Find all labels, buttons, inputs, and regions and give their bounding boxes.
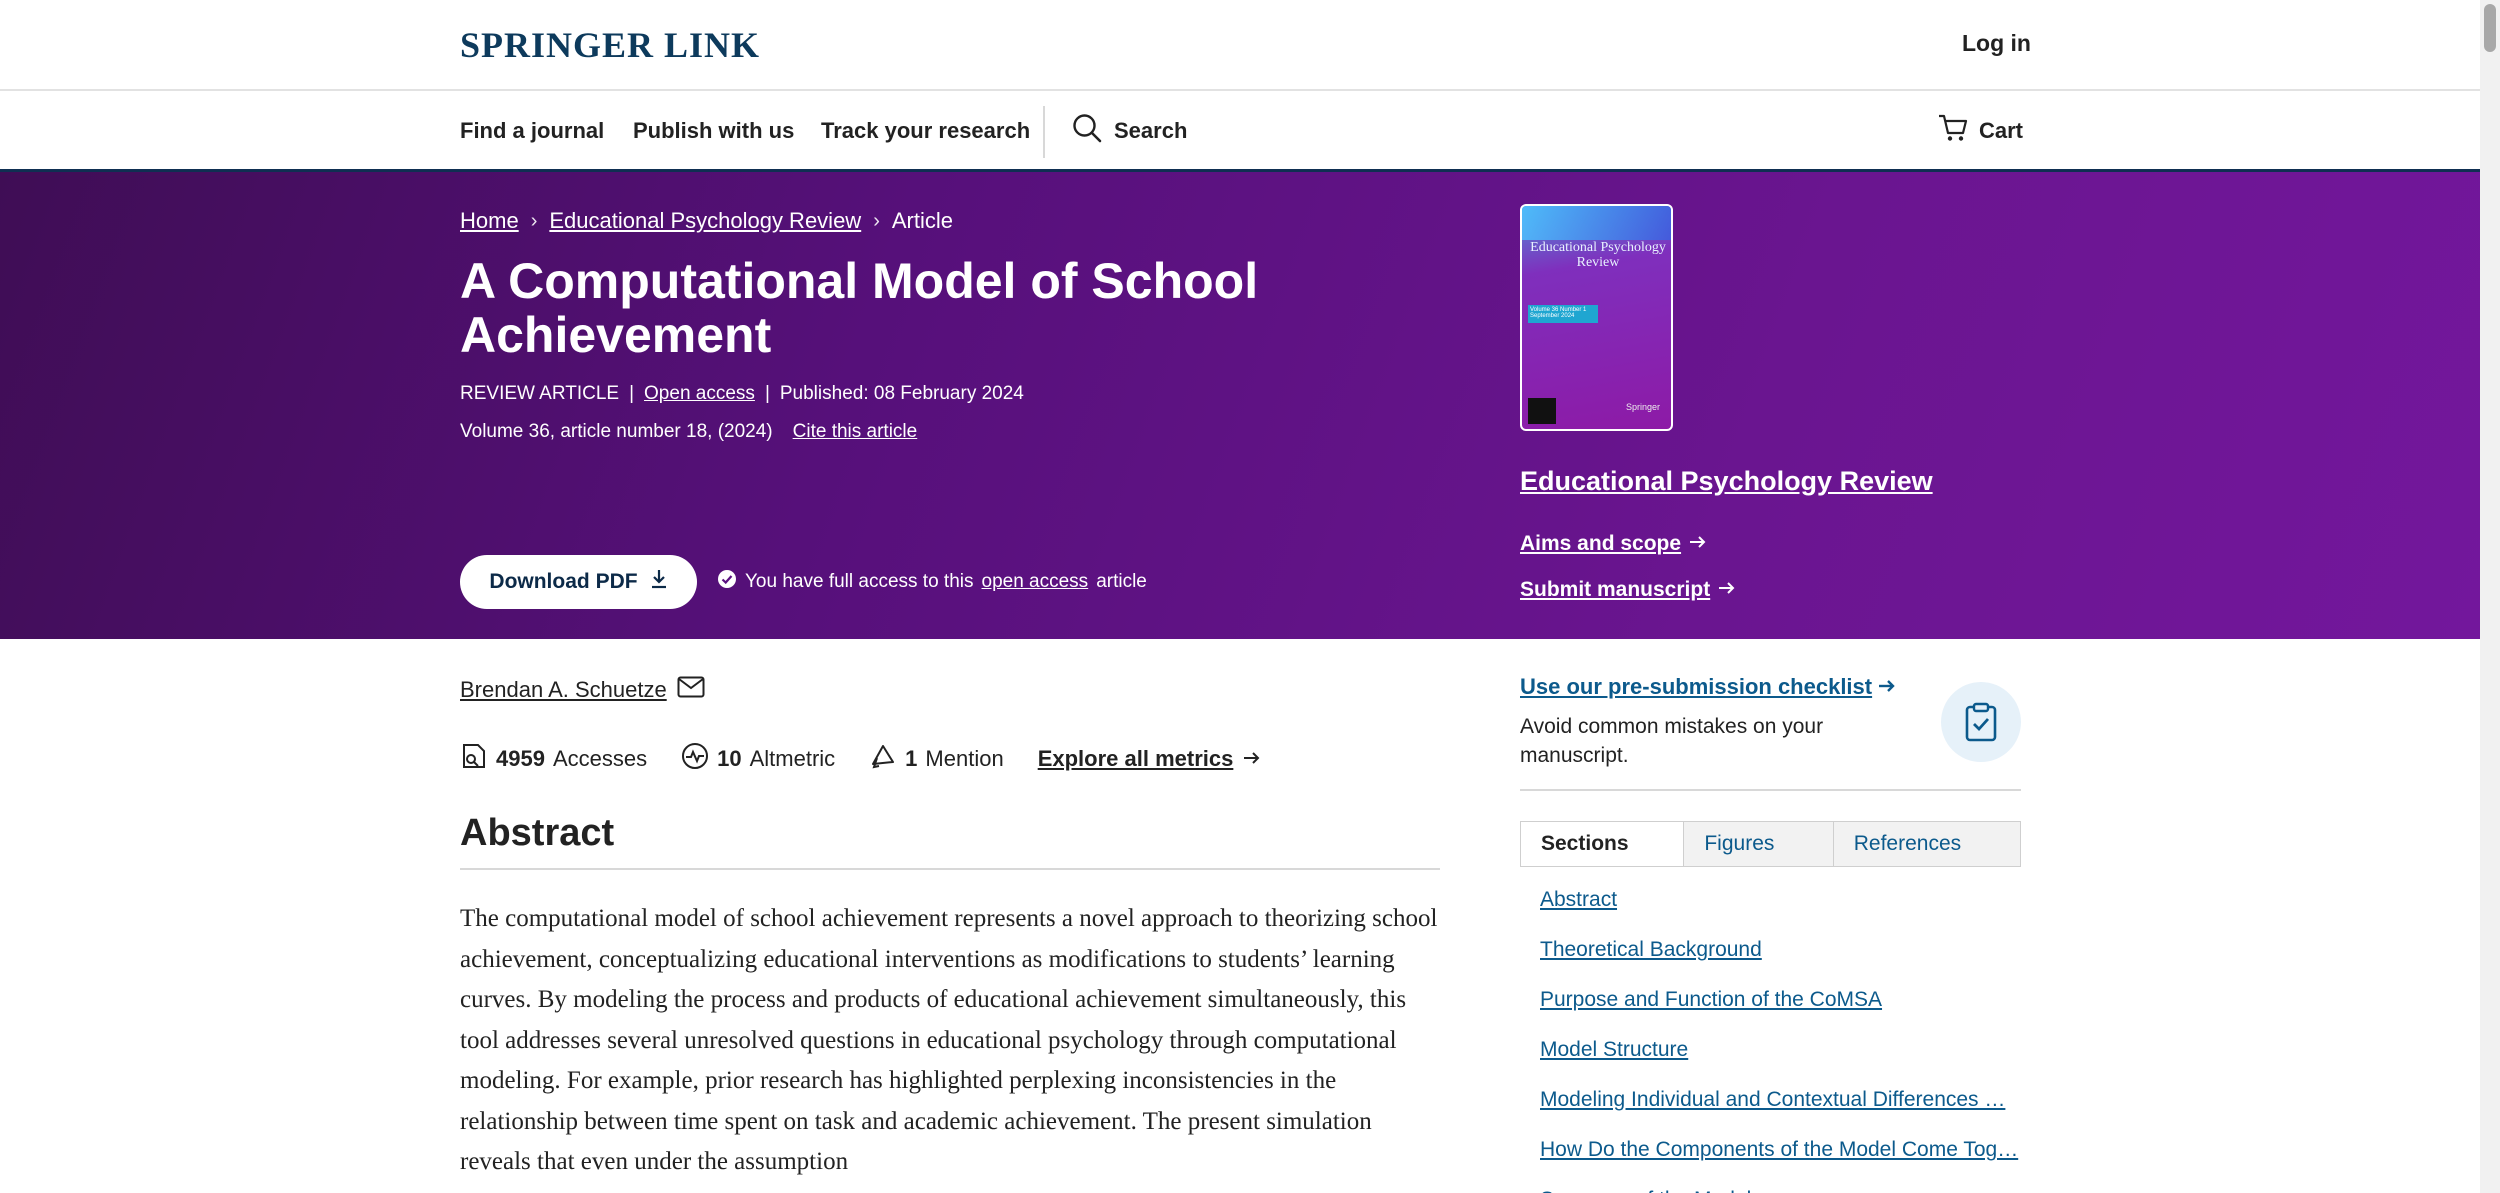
- altmetric-label: Altmetric: [749, 746, 836, 771]
- open-access-link[interactable]: Open access: [644, 383, 755, 405]
- top-bar: SPRINGER LINK Log in: [0, 0, 2480, 91]
- journal-cover-image[interactable]: Educational Psychology Review Volume 36 …: [1520, 204, 1673, 431]
- presubmission-checklist-link[interactable]: Use our pre-submission checklist: [1520, 674, 1896, 700]
- breadcrumb: Home › Educational Psychology Review › A…: [460, 208, 953, 234]
- arrow-right-icon: [1718, 578, 1736, 602]
- search-button[interactable]: Search: [1072, 113, 1188, 149]
- springer-link-logo[interactable]: SPRINGER LINK: [460, 24, 760, 66]
- explore-metrics-link[interactable]: Explore all metrics: [1038, 746, 1262, 772]
- article-meta: REVIEW ARTICLE | Open access | Published…: [460, 383, 1024, 405]
- login-link[interactable]: Log in: [1962, 30, 2031, 57]
- check-circle-icon: [717, 569, 737, 595]
- cover-stripe: [1522, 206, 1671, 240]
- main-nav: Find a journal Publish with us Track you…: [0, 91, 2480, 172]
- cover-badge: [1528, 398, 1556, 424]
- nav-divider: [1043, 106, 1045, 158]
- section-link-individual-differences[interactable]: Modeling Individual and Contextual Diffe…: [1540, 1085, 2020, 1135]
- cart-icon: [1937, 113, 1969, 149]
- breadcrumb-home[interactable]: Home: [460, 208, 519, 234]
- clipboard-check-icon: [1941, 682, 2021, 762]
- accesses-value: 4959: [496, 746, 545, 771]
- download-pdf-label: Download PDF: [489, 570, 638, 593]
- checklist-description: Avoid common mistakes on your manuscript…: [1520, 715, 1824, 767]
- access-suffix: article: [1096, 571, 1147, 592]
- tab-references[interactable]: References: [1834, 822, 2020, 866]
- mention-label: Mention: [925, 746, 1004, 771]
- submit-manuscript-label: Submit manuscript: [1520, 578, 1711, 601]
- section-link-model-components[interactable]: How Do the Components of the Model Come …: [1540, 1135, 2020, 1185]
- download-icon: [650, 569, 668, 595]
- nav-find-journal[interactable]: Find a journal: [460, 118, 604, 144]
- section-link-abstract[interactable]: Abstract: [1540, 885, 2020, 935]
- cover-issue: Volume 36 Number 1 September 2024: [1528, 305, 1598, 323]
- section-link-summary[interactable]: Summary of the Model: [1540, 1185, 2020, 1193]
- access-note: You have full access to this open access…: [717, 569, 1147, 595]
- chevron-right-icon: ›: [873, 209, 880, 232]
- mention-value: 1: [905, 746, 918, 771]
- arrow-right-icon: [1689, 532, 1707, 556]
- abstract-heading: Abstract: [460, 812, 1440, 870]
- mail-icon[interactable]: [677, 676, 705, 704]
- section-link-purpose[interactable]: Purpose and Function of the CoMSA: [1540, 985, 2020, 1035]
- divider: [1520, 789, 2021, 791]
- article-metrics: 4959 Accesses 10 Altmetric 1 Mention Exp…: [460, 742, 1261, 776]
- accesses-icon: [460, 742, 488, 776]
- accesses-metric: 4959 Accesses: [460, 742, 647, 776]
- section-link-model-structure[interactable]: Model Structure: [1540, 1035, 2020, 1085]
- checklist-link-label: Use our pre-submission checklist: [1520, 674, 1873, 699]
- author-name-link[interactable]: Brendan A. Schuetze: [460, 677, 667, 703]
- article-hero: Home › Educational Psychology Review › A…: [0, 172, 2480, 639]
- mention-metric: 1 Mention: [869, 742, 1004, 776]
- article-volume: Volume 36, article number 18, (2024): [460, 421, 773, 442]
- altmetric-metric: 10 Altmetric: [681, 742, 835, 776]
- chevron-right-icon: ›: [530, 209, 538, 232]
- article-title: A Computational Model of School Achievem…: [460, 253, 1259, 363]
- sidebar-tabs: Sections Figures References: [1520, 821, 2021, 867]
- arrow-right-icon: [1878, 674, 1896, 700]
- arrow-right-icon: [1243, 746, 1261, 772]
- aims-scope-label: Aims and scope: [1520, 532, 1682, 555]
- abstract-text: The computational model of school achiev…: [460, 905, 1438, 1175]
- cover-title: Educational Psychology Review: [1530, 240, 1666, 270]
- access-prefix: You have full access to this: [745, 571, 974, 592]
- submit-manuscript-link[interactable]: Submit manuscript: [1520, 578, 1736, 602]
- altmetric-icon: [681, 742, 709, 776]
- section-link-theoretical-background[interactable]: Theoretical Background: [1540, 935, 2020, 985]
- search-label: Search: [1114, 118, 1188, 143]
- article-volume-row: Volume 36, article number 18, (2024) Cit…: [460, 421, 917, 443]
- breadcrumb-current: Article: [891, 208, 953, 233]
- access-open-access-link[interactable]: open access: [982, 571, 1089, 593]
- nav-track-research[interactable]: Track your research: [821, 118, 1030, 144]
- download-pdf-button[interactable]: Download PDF: [460, 555, 697, 609]
- explore-metrics-label: Explore all metrics: [1037, 746, 1234, 771]
- published-date: Published: 08 February 2024: [779, 383, 1024, 404]
- tab-figures[interactable]: Figures: [1684, 822, 1834, 866]
- aims-scope-link[interactable]: Aims and scope: [1520, 532, 1707, 556]
- breadcrumb-journal[interactable]: Educational Psychology Review: [549, 208, 861, 234]
- megaphone-icon: [869, 742, 897, 776]
- accesses-label: Accesses: [552, 746, 648, 771]
- cart-label: Cart: [1979, 118, 2024, 143]
- cover-publisher: Springer: [1626, 402, 1661, 412]
- section-nav: Abstract Theoretical Background Purpose …: [1540, 885, 2020, 1193]
- page-scrollbar[interactable]: [2480, 0, 2500, 1193]
- tab-sections[interactable]: Sections: [1521, 822, 1685, 866]
- article-type: REVIEW ARTICLE: [460, 383, 620, 404]
- author-row: Brendan A. Schuetze: [460, 676, 705, 704]
- cite-article-link[interactable]: Cite this article: [793, 421, 918, 443]
- nav-publish-with-us[interactable]: Publish with us: [633, 118, 794, 144]
- meta-separator: |: [764, 383, 770, 404]
- scrollbar-thumb[interactable]: [2484, 4, 2496, 52]
- meta-separator: |: [629, 383, 635, 404]
- altmetric-value: 10: [717, 746, 742, 771]
- cart-button[interactable]: Cart: [1937, 113, 2024, 149]
- journal-name-link[interactable]: Educational Psychology Review: [1520, 466, 1933, 497]
- search-icon: [1072, 113, 1102, 149]
